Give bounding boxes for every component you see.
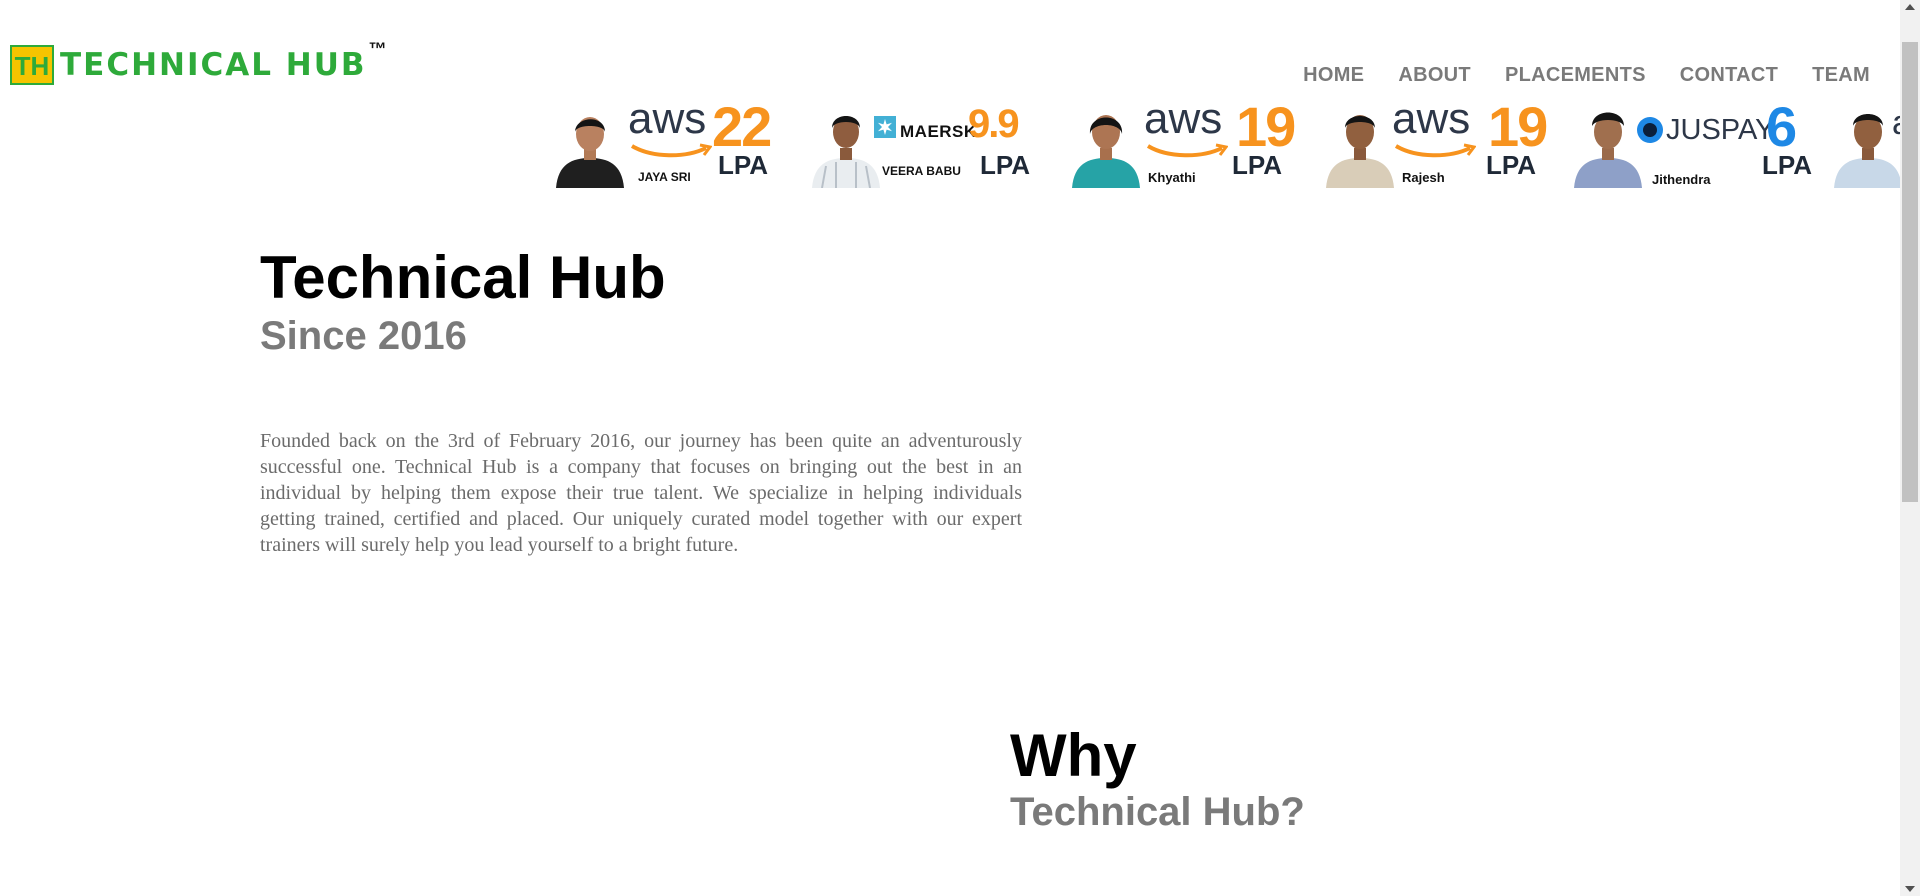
placement-card: JUSPAY 6 LPA Jithendra bbox=[1570, 100, 1813, 188]
page-subtitle: Since 2016 bbox=[260, 314, 467, 358]
nav-team[interactable]: TEAM bbox=[1812, 64, 1870, 87]
student-name: VEERA BABU bbox=[882, 164, 961, 178]
placement-card: a bbox=[1830, 100, 1900, 188]
student-name: Jithendra bbox=[1652, 172, 1711, 187]
nav-contact[interactable]: CONTACT bbox=[1680, 64, 1778, 87]
main-nav: HOME ABOUT PLACEMENTS CONTACT TEAM bbox=[1303, 64, 1870, 87]
why-heading: Why bbox=[1010, 722, 1137, 789]
logo-mark-icon: TH bbox=[10, 45, 54, 85]
nav-about[interactable]: ABOUT bbox=[1398, 64, 1471, 87]
student-photo bbox=[812, 116, 880, 188]
student-name: Khyathi bbox=[1148, 170, 1196, 185]
aws-smile-icon bbox=[1394, 143, 1476, 158]
student-photo bbox=[1574, 112, 1642, 188]
maersk-star-icon bbox=[874, 116, 896, 138]
juspay-icon bbox=[1637, 117, 1663, 143]
placements-ticker: aws 22 LPA JAYA SRI MAERSK 9.9 LPA VEERA… bbox=[552, 100, 1900, 188]
placement-card: aws 19 LPA Rajesh bbox=[1322, 100, 1562, 188]
logo-letters: TH bbox=[15, 51, 50, 81]
company-logo: aws bbox=[1144, 100, 1223, 143]
package-unit: LPA bbox=[1486, 150, 1537, 180]
student-name: JAYA SRI bbox=[638, 170, 691, 184]
site-logo[interactable]: TH TECHNICAL HUB ™ bbox=[10, 38, 387, 88]
package-unit: LPA bbox=[1232, 150, 1283, 180]
package-unit: LPA bbox=[980, 150, 1031, 180]
company-logo: aws bbox=[628, 100, 707, 143]
placement-card: aws 22 LPA JAYA SRI bbox=[552, 100, 792, 188]
aws-smile-icon bbox=[630, 143, 712, 158]
student-photo bbox=[556, 117, 624, 188]
placement-card: MAERSK 9.9 LPA VEERA BABU bbox=[808, 100, 1048, 188]
nav-placements[interactable]: PLACEMENTS bbox=[1505, 64, 1646, 87]
company-logo: a bbox=[1892, 104, 1900, 143]
about-paragraph: Founded back on the 3rd of February 2016… bbox=[260, 430, 1022, 556]
student-photo bbox=[1326, 115, 1394, 188]
student-photo bbox=[1834, 114, 1900, 188]
company-logo: MAERSK bbox=[900, 122, 977, 141]
package-unit: LPA bbox=[1762, 150, 1813, 180]
trademark-symbol: ™ bbox=[368, 38, 387, 59]
placement-card: aws 19 LPA Khyathi bbox=[1068, 100, 1308, 188]
why-subheading: Technical Hub? bbox=[1010, 790, 1305, 834]
package-value: 9.9 bbox=[968, 102, 1020, 146]
aws-smile-icon bbox=[1146, 143, 1228, 158]
scroll-down-arrow-icon[interactable] bbox=[1905, 886, 1915, 892]
student-photo bbox=[1072, 115, 1140, 188]
company-logo: aws bbox=[1392, 100, 1471, 143]
nav-home[interactable]: HOME bbox=[1303, 64, 1364, 87]
page-title: Technical Hub bbox=[260, 244, 666, 311]
logo-wordmark: TECHNICAL HUB bbox=[60, 47, 367, 83]
package-unit: LPA bbox=[718, 150, 769, 180]
page-scrollbar[interactable] bbox=[1900, 0, 1920, 896]
scrollbar-thumb[interactable] bbox=[1902, 42, 1918, 502]
student-name: Rajesh bbox=[1402, 170, 1445, 185]
scroll-up-arrow-icon[interactable] bbox=[1905, 4, 1915, 10]
company-logo: JUSPAY bbox=[1666, 114, 1775, 146]
